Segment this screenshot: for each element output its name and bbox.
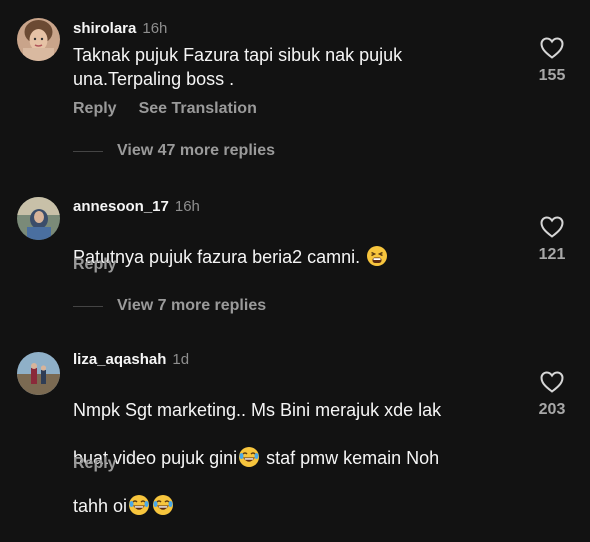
like-count: 155 bbox=[538, 67, 566, 84]
timestamp: 16h bbox=[174, 198, 200, 215]
heart-outline-icon[interactable] bbox=[528, 37, 576, 59]
laughing-tears-emoji bbox=[239, 447, 260, 467]
comment-text-part: Nmpk Sgt marketing.. Ms Bini merajuk xde… bbox=[73, 400, 442, 420]
comment-line: Nmpk Sgt marketing.. Ms Bini merajuk xde… bbox=[73, 398, 513, 422]
like-button[interactable]: 155 bbox=[528, 37, 576, 85]
comment-header: liza_aqashah 1d bbox=[73, 351, 189, 368]
reply-button[interactable]: Reply bbox=[73, 256, 117, 273]
like-count: 121 bbox=[538, 246, 566, 263]
comment-actions: Reply See Translation bbox=[73, 100, 257, 118]
avatar[interactable] bbox=[17, 18, 60, 61]
heart-outline-icon[interactable] bbox=[528, 371, 576, 393]
comment-text: Taknak pujuk Fazura tapi sibuk nak pujuk… bbox=[73, 45, 403, 89]
timestamp: 16h bbox=[142, 20, 168, 37]
divider-line bbox=[73, 305, 103, 307]
comment-header: shirolara 16h bbox=[73, 20, 167, 37]
reply-button[interactable]: Reply bbox=[73, 100, 117, 117]
like-button[interactable]: 121 bbox=[528, 216, 576, 264]
username[interactable]: liza_aqashah bbox=[73, 351, 166, 368]
avatar[interactable] bbox=[17, 197, 60, 240]
like-button[interactable]: 203 bbox=[528, 371, 576, 419]
reply-button[interactable]: Reply bbox=[73, 455, 117, 472]
comment-text-part: staf pmw kemain Noh bbox=[261, 448, 440, 468]
laughing-tears-emoji bbox=[153, 495, 174, 515]
comment-text-part: tahh oi bbox=[73, 496, 128, 516]
comment-line: tahh oi bbox=[73, 494, 513, 518]
username[interactable]: shirolara bbox=[73, 20, 136, 37]
view-more-label[interactable]: View 47 more replies bbox=[117, 142, 275, 160]
timestamp: 1d bbox=[172, 351, 190, 368]
heart-outline-icon[interactable] bbox=[528, 216, 576, 238]
view-more-label[interactable]: View 7 more replies bbox=[117, 297, 266, 315]
laughing-tears-emoji bbox=[129, 495, 150, 515]
username[interactable]: annesoon_17 bbox=[73, 198, 169, 215]
divider-line bbox=[73, 150, 103, 152]
comment-text: Nmpk Sgt marketing.. Ms Bini merajuk xde… bbox=[73, 374, 513, 542]
comment-header: annesoon_17 16h bbox=[73, 198, 200, 215]
comment-actions: Reply bbox=[73, 256, 117, 274]
comment-text: Patutnya pujuk fazura beria2 camni. bbox=[73, 221, 448, 269]
view-more-replies[interactable]: View 7 more replies bbox=[73, 297, 266, 315]
comment-actions: Reply bbox=[73, 455, 117, 473]
view-more-replies[interactable]: View 47 more replies bbox=[73, 142, 275, 160]
tired-face-emoji bbox=[367, 246, 388, 266]
comment-line: buat video pujuk gini staf pmw kemain No… bbox=[73, 446, 513, 470]
see-translation-button[interactable]: See Translation bbox=[139, 100, 257, 117]
like-count: 203 bbox=[538, 401, 566, 418]
avatar[interactable] bbox=[17, 352, 60, 395]
